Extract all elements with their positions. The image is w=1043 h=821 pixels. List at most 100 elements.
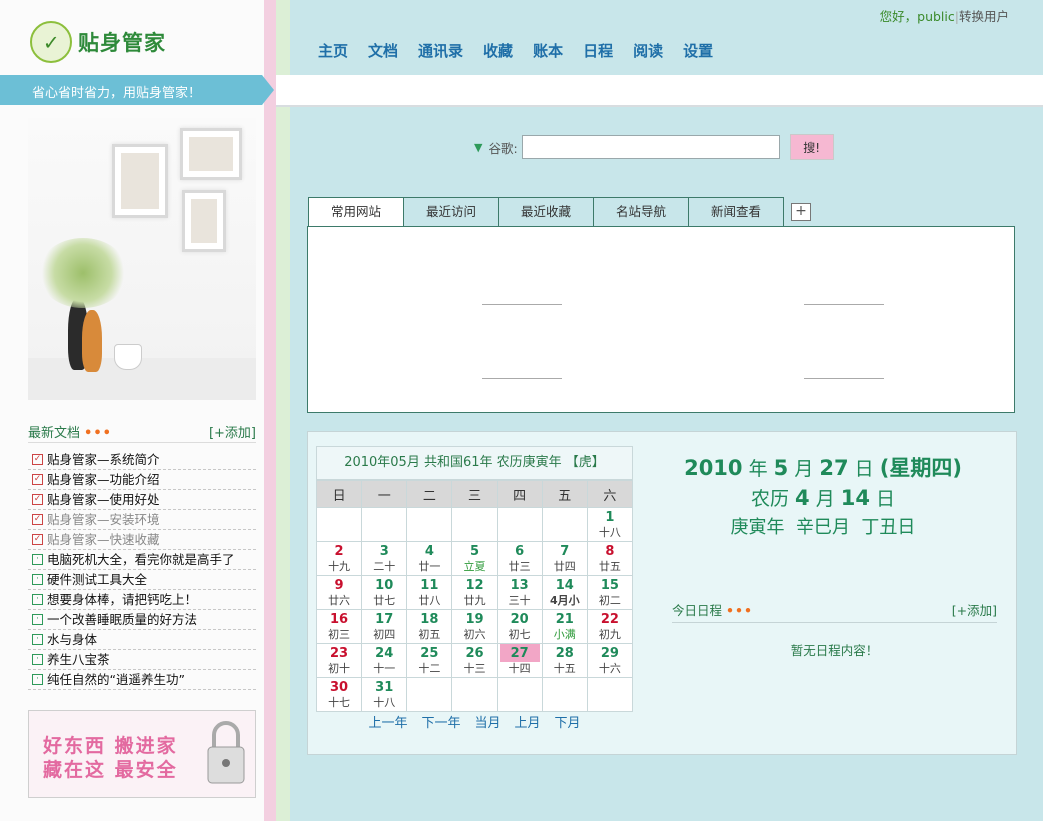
switch-user-link[interactable]: 转换用户 <box>959 9 1009 24</box>
calendar-day[interactable]: 17 初四 <box>361 609 408 644</box>
day-number: 25 <box>420 646 439 661</box>
greeting: 您好， <box>879 9 918 24</box>
logo[interactable]: ✓ 贴身管家 <box>21 12 166 72</box>
doc-list-item[interactable]: ✓ 贴身管家—快速收藏 <box>28 530 256 550</box>
nav-item[interactable]: 账本 <box>533 40 563 61</box>
calendar-day[interactable]: 11 廿八 <box>406 575 453 610</box>
calendar-day[interactable]: 7 廿四 <box>541 541 588 576</box>
doc-list-item[interactable]: · 硬件测试工具大全 <box>28 570 256 590</box>
calendar-nav-link[interactable]: 当月 <box>474 716 500 731</box>
nav-item[interactable]: 阅读 <box>633 40 663 61</box>
tab-item[interactable]: 常用网站 <box>308 197 404 228</box>
calendar-day[interactable]: 30 十七 <box>315 677 363 712</box>
schedule-empty-message: 暂无日程内容！ <box>790 643 879 658</box>
pink-stripe <box>264 0 276 821</box>
calendar-day[interactable]: 1 十八 <box>586 507 634 542</box>
square-bullet-icon: · <box>32 554 43 565</box>
day-number: 27 <box>499 644 540 662</box>
calendar-nav-link[interactable]: 上月 <box>515 716 541 731</box>
calendar-day[interactable]: 4 廿一 <box>406 541 453 576</box>
day-number: 18 <box>420 612 439 627</box>
calendar-day[interactable]: 23 初十 <box>315 643 363 678</box>
calendar-day[interactable]: 10 廿七 <box>361 575 408 610</box>
promo-line-1: 好东西 搬进家 <box>43 735 178 757</box>
calendar-day[interactable]: 21 小满 <box>541 609 588 644</box>
calendar-day[interactable]: 18 初五 <box>406 609 453 644</box>
calendar-day[interactable]: 14 4月小 <box>541 575 588 610</box>
doc-list-item[interactable]: ✓ 贴身管家—功能介绍 <box>28 470 256 490</box>
calendar-day[interactable]: 20 初七 <box>496 609 543 644</box>
nav-item[interactable]: 收藏 <box>483 40 513 61</box>
doc-list-item[interactable]: ✓ 贴身管家—系统简介 <box>28 450 256 470</box>
add-schedule-button[interactable]: [+添加] <box>952 600 997 619</box>
placeholder-line <box>804 378 884 379</box>
plant <box>38 238 128 308</box>
calendar-nav-link[interactable]: 下一年 <box>421 716 460 731</box>
doc-list-item[interactable]: · 纯任自然的“逍遥养生功” <box>28 670 256 690</box>
lunar-day-unit: 日 <box>876 488 896 510</box>
triangle-down-icon[interactable]: ▼ <box>474 141 482 154</box>
calendar-day[interactable]: 22 初九 <box>586 609 634 644</box>
calendar-day[interactable]: 29 十六 <box>586 643 634 678</box>
nav-item[interactable]: 主页 <box>318 40 348 61</box>
tab-item[interactable]: 最近访问 <box>403 197 499 226</box>
calendar-day[interactable]: 15 初二 <box>586 575 634 610</box>
tab-item[interactable]: 名站导航 <box>593 197 689 226</box>
slogan-text: 省心省时省力，用贴身管家！ <box>32 86 202 101</box>
calendar-day[interactable]: 12 廿九 <box>451 575 498 610</box>
doc-title: 一个改善睡眠质量的好方法 <box>47 612 198 627</box>
doc-list-item[interactable]: ✓ 贴身管家—安装环境 <box>28 510 256 530</box>
calendar-day[interactable]: 16 初三 <box>315 609 363 644</box>
day-number: 11 <box>420 578 439 593</box>
nav-item[interactable]: 文档 <box>368 40 398 61</box>
search-button[interactable]: 搜! <box>789 134 834 160</box>
calendar-day[interactable]: 3 二十 <box>361 541 408 576</box>
promo-banner[interactable]: 好东西 搬进家 藏在这 最安全 <box>28 710 256 798</box>
calendar-day[interactable]: 2 十九 <box>315 541 363 576</box>
tab-item[interactable]: 新闻查看 <box>688 197 784 226</box>
lunar-month-value: 4 <box>795 486 810 510</box>
nav-item[interactable]: 通讯录 <box>418 40 463 61</box>
calendar-day[interactable]: 8 廿五 <box>586 541 634 576</box>
calendar-day[interactable]: 31 十八 <box>361 677 408 712</box>
day-number: 3 <box>379 544 389 559</box>
cup <box>114 344 142 370</box>
search-engine-label[interactable]: 谷歌: <box>488 138 517 157</box>
calendar-nav: 上一年 下一年 当月 上月 下月 <box>316 712 633 736</box>
add-tab-icon[interactable]: + <box>791 203 811 221</box>
calendar-nav-link[interactable]: 上一年 <box>368 716 407 731</box>
calendar-day[interactable]: 13 三十 <box>496 575 543 610</box>
search-input[interactable] <box>521 135 780 159</box>
calendar-day[interactable]: 24 十一 <box>361 643 408 678</box>
calendar-day[interactable]: 25 十二 <box>406 643 453 678</box>
calendar-day[interactable]: 9 廿六 <box>315 575 363 610</box>
username[interactable]: public <box>917 9 955 24</box>
calendar-empty-cell <box>586 677 634 712</box>
tab-item[interactable]: 最近收藏 <box>498 197 594 226</box>
calendar-empty-cell <box>496 677 543 712</box>
doc-list-item[interactable]: ✓ 贴身管家—使用好处 <box>28 490 256 510</box>
calendar-day[interactable]: 27 十四 <box>496 643 543 678</box>
year-value: 2010 <box>684 456 743 480</box>
calendar-day[interactable]: 19 初六 <box>451 609 498 644</box>
calendar: 2010年05月 共和国61年 农历庚寅年 【虎】 日一二三四五六 1 十八 2 十九… <box>315 446 634 736</box>
weekday-value: (星期四) <box>879 456 962 480</box>
calendar-day[interactable]: 5 立夏 <box>451 541 498 576</box>
doc-title: 硬件测试工具大全 <box>47 572 148 587</box>
doc-title: 水与身体 <box>47 632 98 647</box>
day-number: 17 <box>375 612 394 627</box>
calendar-day[interactable]: 28 十五 <box>541 643 588 678</box>
doc-list-item[interactable]: · 水与身体 <box>28 630 256 650</box>
doc-list-item[interactable]: · 一个改善睡眠质量的好方法 <box>28 610 256 630</box>
lunar-label: 十六 <box>598 662 621 675</box>
calendar-day[interactable]: 26 十三 <box>451 643 498 678</box>
calendar-day[interactable]: 6 廿三 <box>496 541 543 576</box>
nav-item[interactable]: 日程 <box>583 40 613 61</box>
doc-list-item[interactable]: · 想要身体棒，请把钙吃上！ <box>28 590 256 610</box>
doc-list-item[interactable]: · 电脑死机大全，看完你就是高手了 <box>28 550 256 570</box>
nav-item[interactable]: 设置 <box>683 40 713 61</box>
add-doc-button[interactable]: [+添加] <box>209 422 256 441</box>
doc-list-item[interactable]: · 养生八宝茶 <box>28 650 256 670</box>
calendar-nav-link[interactable]: 下月 <box>555 716 581 731</box>
search-bar: ▼ 谷歌: 搜! <box>474 134 834 160</box>
